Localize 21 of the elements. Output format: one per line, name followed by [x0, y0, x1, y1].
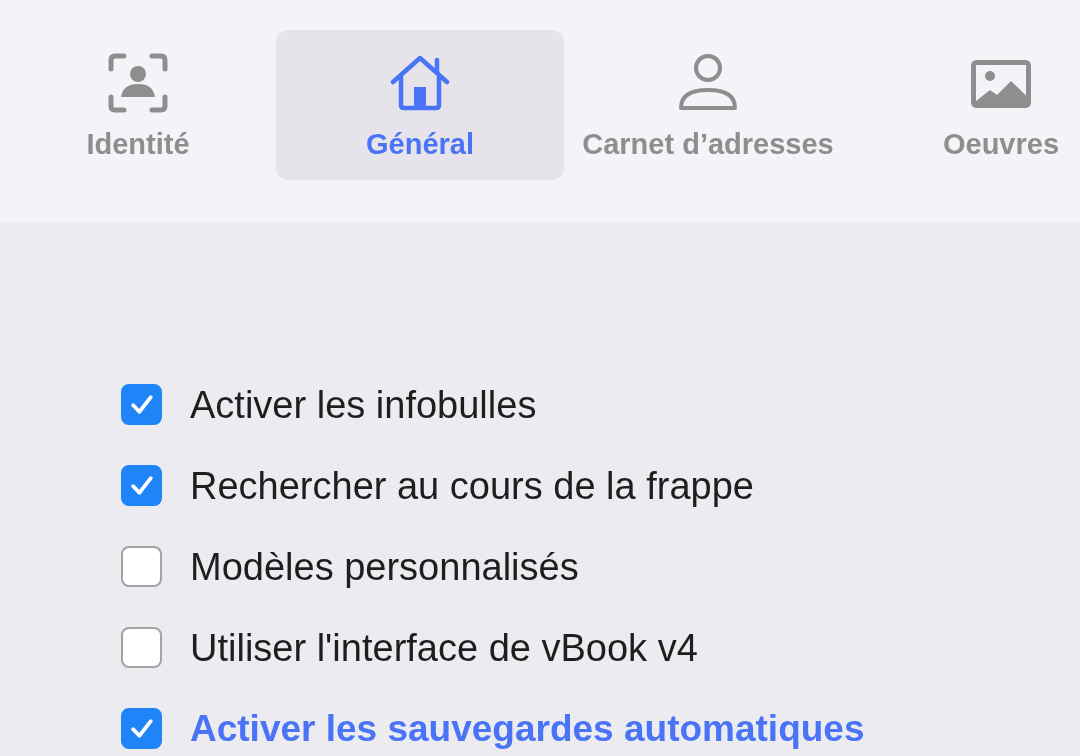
person-icon — [678, 53, 738, 113]
picture-icon — [971, 60, 1031, 108]
checkbox[interactable] — [121, 708, 162, 749]
checkmark-icon — [130, 476, 153, 495]
checkbox-label: Activer les infobulles — [190, 382, 537, 427]
checkbox[interactable] — [121, 546, 162, 587]
checkbox-label: Activer les sauvegardes automatiques — [190, 706, 865, 751]
toolbar-tab[interactable]: Carnet d’adresses — [564, 30, 852, 180]
toolbar-tab[interactable]: Identité — [0, 30, 276, 180]
checkbox-label: Rechercher au cours de la frappe — [190, 463, 754, 508]
face-frame-icon — [108, 53, 168, 113]
checkbox[interactable] — [121, 384, 162, 425]
toolbar-tab[interactable]: Général — [276, 30, 564, 180]
checkbox[interactable] — [121, 627, 162, 668]
checkbox-label: Modèles personnalisés — [190, 544, 579, 589]
checkmark-icon — [130, 395, 153, 414]
house-icon — [390, 53, 450, 113]
checkmark-icon — [130, 719, 153, 738]
toolbar-tab[interactable]: Oeuvres — [922, 30, 1080, 180]
checkbox[interactable] — [121, 465, 162, 506]
checkbox-label: Utiliser l'interface de vBook v4 — [190, 625, 698, 670]
